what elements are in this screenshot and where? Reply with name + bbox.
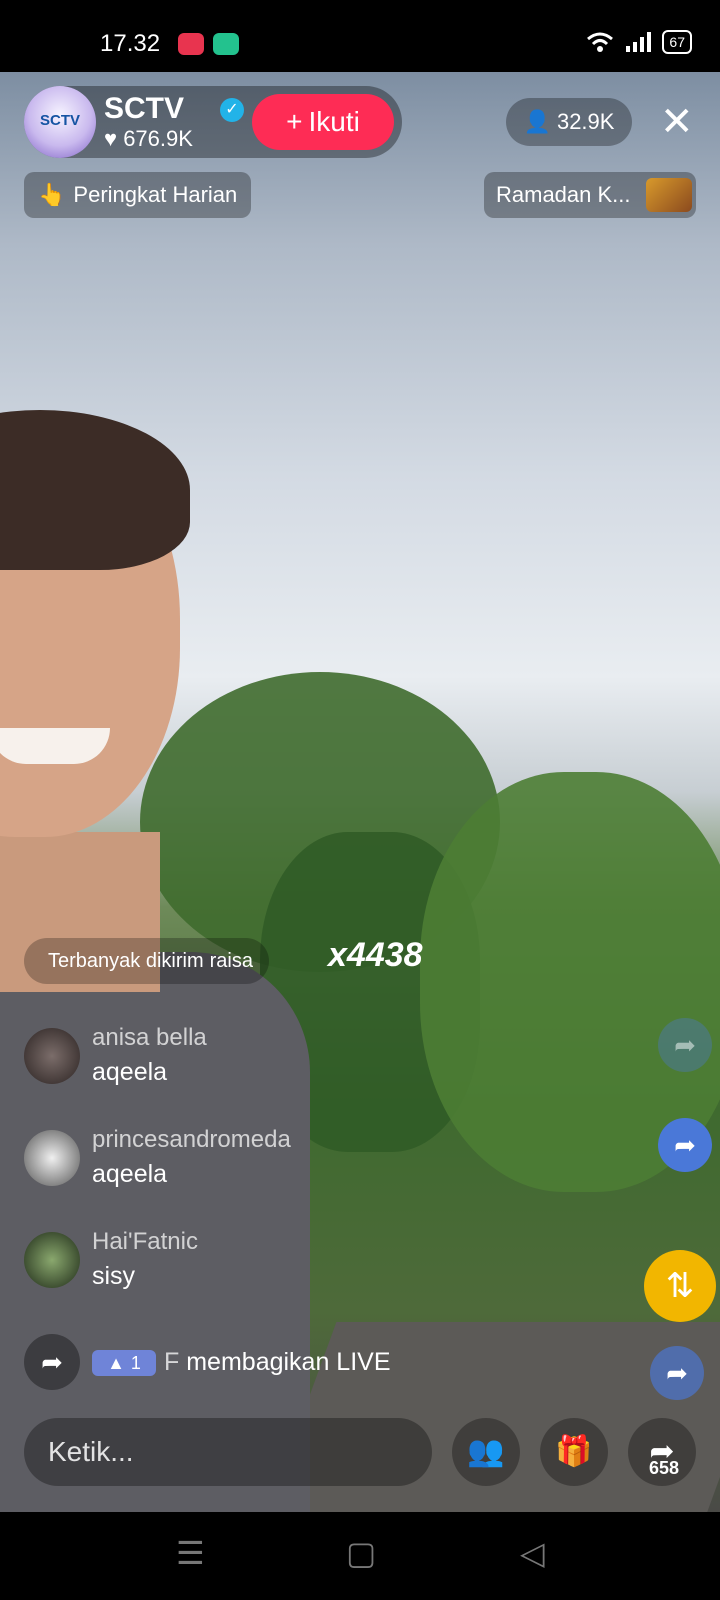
comment-text: aqeela (92, 1160, 168, 1188)
comment-avatar[interactable] (24, 1028, 80, 1084)
plus-icon: + (286, 106, 303, 137)
chat-comment[interactable]: princesandromeda aqeela (24, 1126, 384, 1196)
viewer-count-pill[interactable]: 👤 32.9K (506, 98, 632, 146)
multi-guest-button[interactable]: 👥 (452, 1418, 520, 1486)
daily-ranking-pill[interactable]: 👆 Peringkat Harian (24, 172, 252, 218)
people-icon: 👥 (467, 1435, 505, 1468)
system-nav-bar: ☰ ▢ ◁ (0, 1512, 720, 1600)
top-sender-name: raisa (209, 949, 253, 972)
side-share-button[interactable]: ➦ (658, 1118, 712, 1172)
close-button[interactable]: ✕ (660, 100, 694, 144)
host-likes-count: 676.9K (123, 126, 193, 151)
top-sender-prefix: Terbanyak dikirim (48, 949, 204, 972)
host-likes: ♥ 676.9K (104, 126, 193, 152)
host-avatar[interactable]: SCTV (24, 86, 96, 158)
side-share-secondary-button[interactable]: ➦ (650, 1346, 704, 1400)
share-event-action: membagikan LIVE (186, 1348, 391, 1376)
verified-check-icon: ✓ (220, 98, 244, 122)
gift-combo-count: x4438 (328, 936, 423, 974)
chat-comment[interactable]: Hai'Fatnic sisy (24, 1228, 384, 1298)
live-overlay: SCTV SCTV ✓ ♥ 676.9K + Ikuti 👤 32.9K ✕ 👆… (0, 0, 720, 1600)
comment-username[interactable]: anisa bella (92, 1024, 207, 1052)
chat-comment[interactable]: anisa bella aqeela (24, 1024, 384, 1094)
comment-username[interactable]: Hai'Fatnic (92, 1228, 198, 1256)
level-triangle-icon: ▲ (107, 1352, 125, 1373)
top-sender-banner: Terbanyak dikirim raisa (24, 938, 269, 984)
follow-button[interactable]: + Ikuti (252, 94, 394, 150)
share-arrow-icon: ➦ (24, 1334, 80, 1390)
repost-button[interactable]: ⇅ (644, 1250, 716, 1322)
share-event-user[interactable]: F (164, 1348, 179, 1376)
comment-username[interactable]: princesandromeda (92, 1126, 291, 1154)
hand-icon: 👆 (38, 182, 66, 207)
menu-icon[interactable]: ☰ (176, 1534, 205, 1572)
back-icon[interactable]: ◁ (520, 1534, 545, 1572)
comment-avatar[interactable] (24, 1130, 80, 1186)
comment-input[interactable]: Ketik... (24, 1418, 432, 1486)
event-thumbnail-icon (646, 178, 692, 212)
comment-text: sisy (92, 1262, 136, 1290)
host-avatar-logo: SCTV (39, 112, 80, 129)
level-badge: ▲ 1 (92, 1350, 156, 1376)
event-label: Ramadan K... (496, 182, 631, 207)
host-name[interactable]: SCTV (104, 92, 184, 126)
level-number: 1 (130, 1352, 141, 1373)
person-icon: 👤 (523, 109, 551, 134)
share-event-text: F membagikan LIVE (164, 1348, 391, 1377)
comment-avatar[interactable] (24, 1232, 80, 1288)
home-icon[interactable]: ▢ (346, 1534, 376, 1572)
daily-ranking-label: Peringkat Harian (73, 182, 238, 207)
heart-icon: ♥ (104, 126, 118, 151)
follow-label: Ikuti (308, 106, 360, 137)
side-share-faded-button[interactable]: ➦ (658, 1018, 712, 1072)
share-count: 658 (648, 1458, 680, 1478)
gift-icon: 🎁 (555, 1435, 593, 1468)
viewer-count: 32.9K (556, 109, 615, 134)
comment-text: aqeela (92, 1058, 168, 1086)
gift-button[interactable]: 🎁 (540, 1418, 608, 1486)
